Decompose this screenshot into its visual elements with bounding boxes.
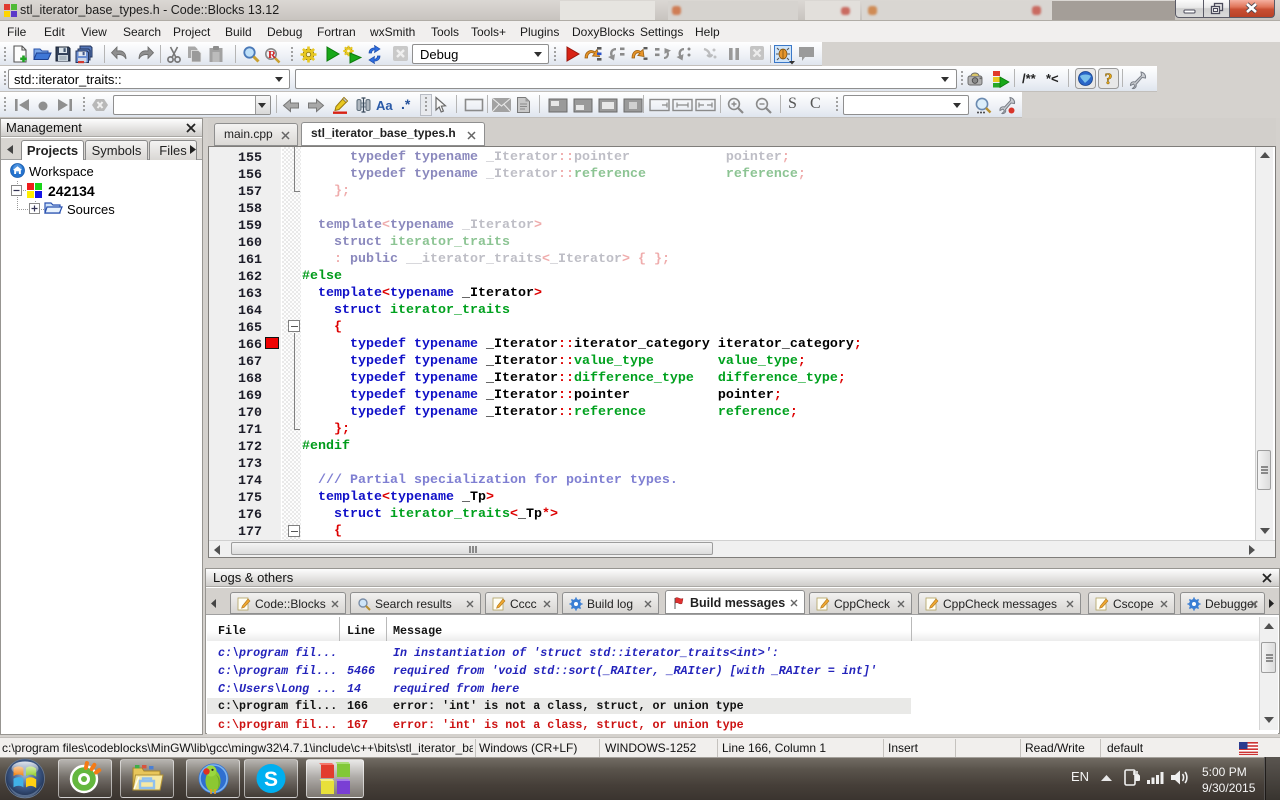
svg-text:S: S: [264, 768, 278, 791]
svg-text:?: ?: [1105, 71, 1113, 88]
svg-text:R: R: [268, 49, 277, 61]
